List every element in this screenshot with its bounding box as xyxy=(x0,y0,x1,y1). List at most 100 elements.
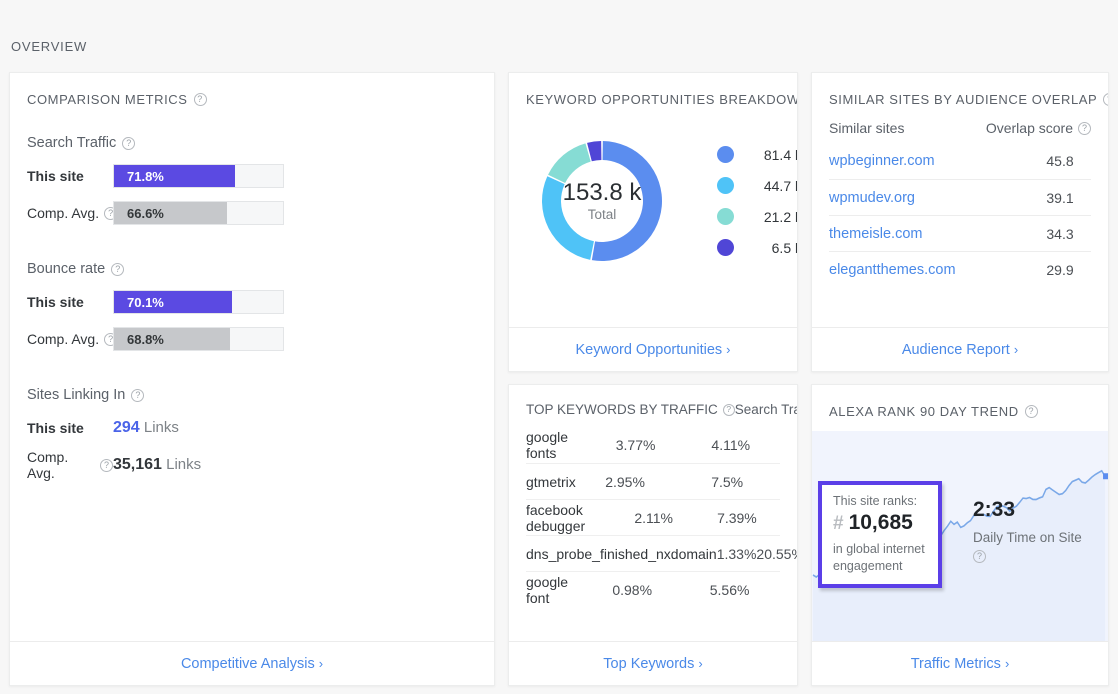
top-keywords-header: TOP KEYWORDS BY TRAFFIC ? Search Traffic… xyxy=(526,401,780,419)
question-mark-icon[interactable]: ? xyxy=(131,389,144,402)
metric-bar-fill: 71.8% xyxy=(114,165,235,187)
question-mark-icon[interactable]: ? xyxy=(194,93,207,106)
table-row[interactable]: themeisle.com34.3 xyxy=(829,215,1091,251)
links-label-text: Comp. Avg. xyxy=(27,449,95,481)
rank-number-value: 10,685 xyxy=(849,511,913,535)
keyword-breakdown-body: KEYWORD OPPORTUNITIES BREAKDOWN ? 153.8 … xyxy=(509,73,797,327)
donut-slice-0[interactable] xyxy=(592,141,662,261)
similar-sites-header: Similar sites Overlap score ? xyxy=(829,120,1091,136)
search-traffic-label-text: Search Traffic xyxy=(27,135,116,151)
share-of-voice-cell: 5.56% xyxy=(679,582,780,598)
competitive-analysis-link[interactable]: Competitive Analysis › xyxy=(181,656,323,672)
top-keywords-footer: Top Keywords › xyxy=(509,641,797,685)
rank-subtitle: in global internet engagement xyxy=(833,541,928,575)
comparison-metrics-body: COMPARISON METRICS ? Search Traffic ? Th… xyxy=(10,73,494,641)
metric-bar-fill: 68.8% xyxy=(114,328,230,350)
card-top-keywords: TOP KEYWORDS BY TRAFFIC ? Search Traffic… xyxy=(508,384,798,686)
share-of-voice-cell: 7.39% xyxy=(694,510,780,526)
sites-linking-in-rows: This site294 LinksComp. Avg.?35,161 Link… xyxy=(27,416,477,477)
top-keywords-col-keyword-inner: TOP KEYWORDS BY TRAFFIC ? xyxy=(526,402,735,417)
audience-report-link[interactable]: Audience Report › xyxy=(902,342,1018,358)
metric-bar-fill: 70.1% xyxy=(114,291,232,313)
donut-svg xyxy=(532,131,672,271)
comparison-metrics-footer: Competitive Analysis › xyxy=(10,641,494,685)
donut-wrap: 153.8 k Total 81.4 kKeyword Gaps44.7 kOp… xyxy=(526,131,780,271)
metric-bar-track: 71.8% xyxy=(113,164,284,188)
links-unit: Links xyxy=(166,456,201,473)
metric-bar-value: 66.6% xyxy=(127,206,164,221)
keyword-cell: google fonts xyxy=(526,429,590,461)
chevron-right-icon: › xyxy=(698,657,702,670)
donut-slice-1[interactable] xyxy=(542,176,594,260)
question-mark-icon[interactable]: ? xyxy=(723,404,735,416)
links-label: Comp. Avg.? xyxy=(27,449,113,481)
keyword-opportunities-link[interactable]: Keyword Opportunities › xyxy=(575,342,730,358)
similar-sites-col-score-label: Overlap score xyxy=(986,120,1073,136)
alexa-rank-body: ALEXA RANK 90 DAY TREND ? This site rank… xyxy=(812,385,1108,641)
table-row[interactable]: facebook debugger2.11%7.39% xyxy=(526,499,780,535)
sites-linking-in-label-text: Sites Linking In xyxy=(27,387,125,403)
metric-bar-track: 66.6% xyxy=(113,201,284,225)
metric-bar-value: 71.8% xyxy=(127,169,164,184)
alexa-rank-title: ALEXA RANK 90 DAY TREND ? xyxy=(829,404,1038,419)
card-keyword-opportunities-breakdown: KEYWORD OPPORTUNITIES BREAKDOWN ? 153.8 … xyxy=(508,72,798,372)
legend-item[interactable]: 81.4 kKeyword Gaps xyxy=(717,139,797,170)
legend-color-dot xyxy=(717,177,734,194)
comparison-metrics-title: COMPARISON METRICS ? xyxy=(27,92,207,107)
question-mark-icon[interactable]: ? xyxy=(1103,93,1108,106)
search-traffic-label: Search Traffic ? xyxy=(27,135,477,151)
table-row[interactable]: google font0.98%5.56% xyxy=(526,571,780,607)
top-keywords-link[interactable]: Top Keywords › xyxy=(603,656,702,672)
table-row[interactable]: dns_probe_finished_nxdomain1.33%20.55% xyxy=(526,535,780,571)
search-traffic-rows: This site 71.8% Comp. Avg.?66.6% xyxy=(27,164,477,225)
metric-bar-row: Comp. Avg.?66.6% xyxy=(27,201,477,225)
metric-bar-row: This site 71.8% xyxy=(27,164,477,188)
links-count[interactable]: 294 xyxy=(113,419,140,436)
daily-time-label-text: Daily Time on Site xyxy=(973,530,1082,545)
similar-site-link[interactable]: wpmudev.org xyxy=(829,190,1029,206)
similar-site-link[interactable]: themeisle.com xyxy=(829,226,1029,242)
traffic-metrics-link[interactable]: Traffic Metrics › xyxy=(911,656,1010,672)
metric-bar-row: Comp. Avg.?68.8% xyxy=(27,327,477,351)
links-count: 35,161 xyxy=(113,456,162,473)
metric-bar-label: This site xyxy=(27,168,113,184)
legend-item[interactable]: 21.2 kBuyer Keywords xyxy=(717,201,797,232)
question-mark-icon[interactable]: ? xyxy=(111,263,124,276)
question-mark-icon[interactable]: ? xyxy=(1078,122,1091,135)
links-unit: Links xyxy=(144,419,179,436)
bounce-rate-rows: This site70.1%Comp. Avg.?68.8% xyxy=(27,290,477,351)
legend-value: 81.4 k xyxy=(748,147,797,163)
question-mark-icon[interactable]: ? xyxy=(122,137,135,150)
similar-site-link[interactable]: elegantthemes.com xyxy=(829,262,1029,278)
table-row[interactable]: wpbeginner.com45.8 xyxy=(829,143,1091,179)
donut-slice-2[interactable] xyxy=(548,143,591,183)
card-similar-sites: SIMILAR SITES BY AUDIENCE OVERLAP ? Simi… xyxy=(811,72,1109,372)
card-alexa-rank-trend: ALEXA RANK 90 DAY TREND ? This site rank… xyxy=(811,384,1109,686)
similar-site-link[interactable]: wpbeginner.com xyxy=(829,153,1029,169)
legend-color-dot xyxy=(717,239,734,256)
legend-item[interactable]: 6.5 kEasy-to-Rank Keywords xyxy=(717,232,797,263)
similar-sites-title: SIMILAR SITES BY AUDIENCE OVERLAP ? xyxy=(829,92,1108,107)
question-mark-icon[interactable]: ? xyxy=(1025,405,1038,418)
daily-time-value: 2:33 xyxy=(973,498,1083,522)
question-mark-icon[interactable]: ? xyxy=(100,459,113,472)
metric-block-search-traffic: Search Traffic ? This site 71.8% Comp. Avg… xyxy=(27,135,477,225)
table-row[interactable]: google fonts3.77%4.11% xyxy=(526,427,780,463)
table-row[interactable]: gtmetrix2.95%7.5% xyxy=(526,463,780,499)
table-row[interactable]: elegantthemes.com29.9 xyxy=(829,251,1091,287)
metric-bar-label: Comp. Avg.? xyxy=(27,331,113,347)
question-mark-icon[interactable]: ? xyxy=(973,550,986,563)
legend-item[interactable]: 44.7 kOptimization Opportunities xyxy=(717,170,797,201)
daily-time-stat: 2:33 Daily Time on Site ? xyxy=(973,498,1083,565)
links-value: 294 Links xyxy=(113,419,179,437)
chevron-right-icon: › xyxy=(319,657,323,670)
similar-sites-col-score: Overlap score ? xyxy=(986,120,1091,136)
overlap-score-cell: 39.1 xyxy=(1029,190,1091,206)
keyword-cell: facebook debugger xyxy=(526,502,614,534)
links-row: Comp. Avg.?35,161 Links xyxy=(27,453,477,477)
rank-number: # 10,685 xyxy=(833,511,928,535)
table-row[interactable]: wpmudev.org39.1 xyxy=(829,179,1091,215)
alexa-rank-footer: Traffic Metrics › xyxy=(812,641,1108,685)
alexa-rank-title-text: ALEXA RANK 90 DAY TREND xyxy=(829,404,1019,419)
metric-bar-label-text: Comp. Avg. xyxy=(27,205,99,221)
